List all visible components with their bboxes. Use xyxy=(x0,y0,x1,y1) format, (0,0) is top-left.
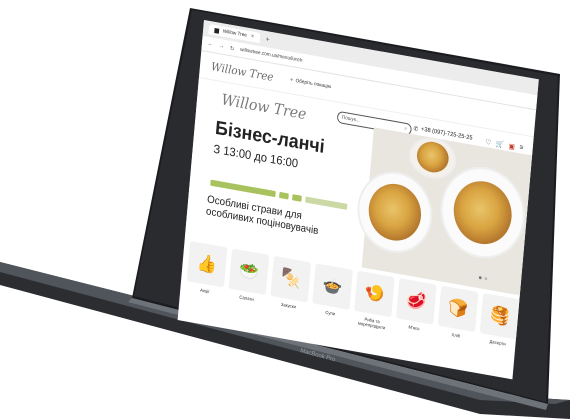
category-label: М'ясо xyxy=(408,324,420,332)
category-item[interactable]: 🍞 Хліб xyxy=(437,285,479,347)
tab-close-icon[interactable]: ✕ xyxy=(250,33,254,40)
location-label: Оберіть локацію xyxy=(295,77,332,91)
back-icon[interactable]: ← xyxy=(207,41,213,48)
map-pin-icon: ⌖ xyxy=(289,76,294,84)
dessert-icon: 🥞 xyxy=(479,292,521,340)
site-logo[interactable]: Willow Tree xyxy=(211,59,274,83)
category-label: Супи xyxy=(325,309,336,317)
reload-icon[interactable]: ↻ xyxy=(230,44,235,52)
category-label: Салати xyxy=(239,294,254,302)
tab-favicon-icon xyxy=(214,27,220,34)
category-label: Закуски xyxy=(280,301,297,310)
category-label: Хліб xyxy=(451,332,461,339)
category-item[interactable]: 👍 Акції xyxy=(185,240,228,302)
accent-bar xyxy=(305,196,348,210)
category-item[interactable]: 🥩 М'ясо xyxy=(395,278,437,339)
carousel-dot[interactable] xyxy=(478,275,482,280)
hero-food-photo xyxy=(354,127,533,296)
carousel-dot[interactable] xyxy=(484,276,488,281)
hero-logo: Willow Tree xyxy=(220,90,308,124)
instagram-icon[interactable]: ▣ xyxy=(508,142,515,151)
accent-bar xyxy=(279,191,289,200)
new-tab-icon[interactable]: + xyxy=(265,36,269,44)
category-item[interactable]: 🥗 Салати xyxy=(227,248,270,309)
thumbs-up-icon: 👍 xyxy=(186,240,228,288)
category-item[interactable]: 🥞 Десерти xyxy=(478,292,521,354)
fish-icon: 🍤 xyxy=(354,270,395,318)
search-placeholder: Пошук... xyxy=(341,114,360,124)
category-item[interactable]: 🍲 Супи xyxy=(311,263,353,324)
soup-icon: 🍲 xyxy=(312,263,353,310)
search-icon[interactable]: ⌕ xyxy=(404,126,407,132)
category-label: Акції xyxy=(199,287,210,295)
category-item[interactable]: 🍢 Закуски xyxy=(269,255,312,317)
phone-icon: ✆ xyxy=(413,126,419,134)
bread-icon: 🍞 xyxy=(437,285,479,333)
tab-title: Willow Tree xyxy=(222,28,248,39)
appetizer-icon: 🍢 xyxy=(270,255,312,303)
accent-bar xyxy=(292,194,302,202)
salad-icon: 🥗 xyxy=(228,248,270,296)
heart-icon[interactable]: ♡ xyxy=(485,138,492,147)
meat-icon: 🥩 xyxy=(395,278,437,325)
category-item[interactable]: 🍤 Риба та морепродукти xyxy=(353,270,395,332)
menu-icon[interactable]: ≡ xyxy=(519,144,523,153)
cart-icon[interactable]: 🛒 xyxy=(496,140,505,149)
location-selector[interactable]: ⌖ Оберіть локацію xyxy=(290,77,331,90)
category-label: Риба та морепродукти xyxy=(357,316,386,331)
hero-subtitle: Особливі страви для особливих поціновува… xyxy=(206,193,320,237)
laptop-mockup: MacBook Pro Willow Tree ✕ + ← → ↻ willow… xyxy=(0,0,570,419)
forward-icon[interactable]: → xyxy=(218,43,224,50)
browser-window: Willow Tree ✕ + ← → ↻ willowtree.com.ua/… xyxy=(177,20,539,380)
category-label: Десерти xyxy=(489,338,506,347)
